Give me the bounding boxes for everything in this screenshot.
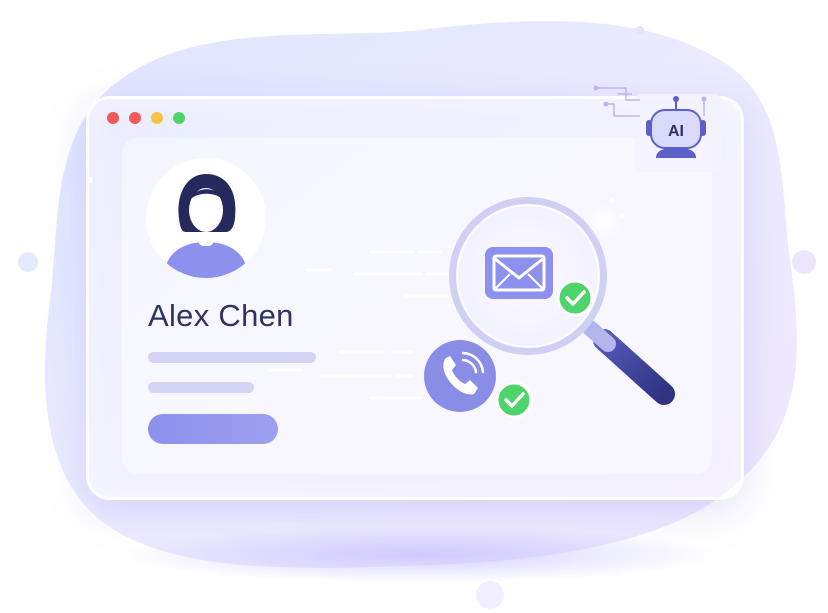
check-icon [556,279,594,317]
illustration-stage: Alex Chen AI [0,0,828,613]
robot-icon: AI [593,85,722,172]
phone-icon [424,340,496,412]
ai-badge-label: AI [668,123,684,140]
check-icon [495,381,533,419]
envelope-icon [485,247,553,299]
motion-lines [268,250,450,400]
search-graphics: AI [268,85,722,419]
